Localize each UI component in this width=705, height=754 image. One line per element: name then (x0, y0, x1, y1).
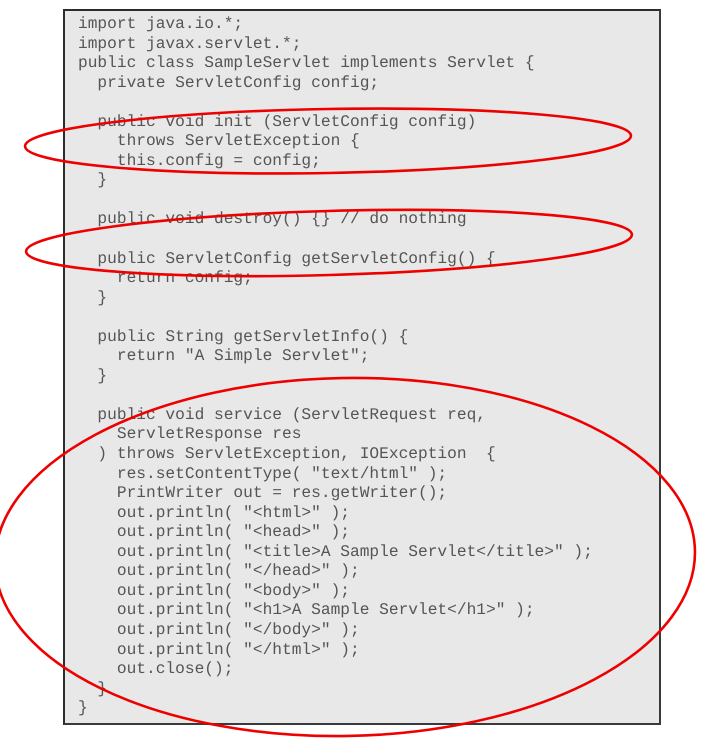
page-root: import java.io.*; import javax.servlet.*… (0, 0, 705, 754)
code-listing-panel: import java.io.*; import javax.servlet.*… (63, 9, 661, 725)
java-source-code: import java.io.*; import javax.servlet.*… (78, 15, 593, 718)
